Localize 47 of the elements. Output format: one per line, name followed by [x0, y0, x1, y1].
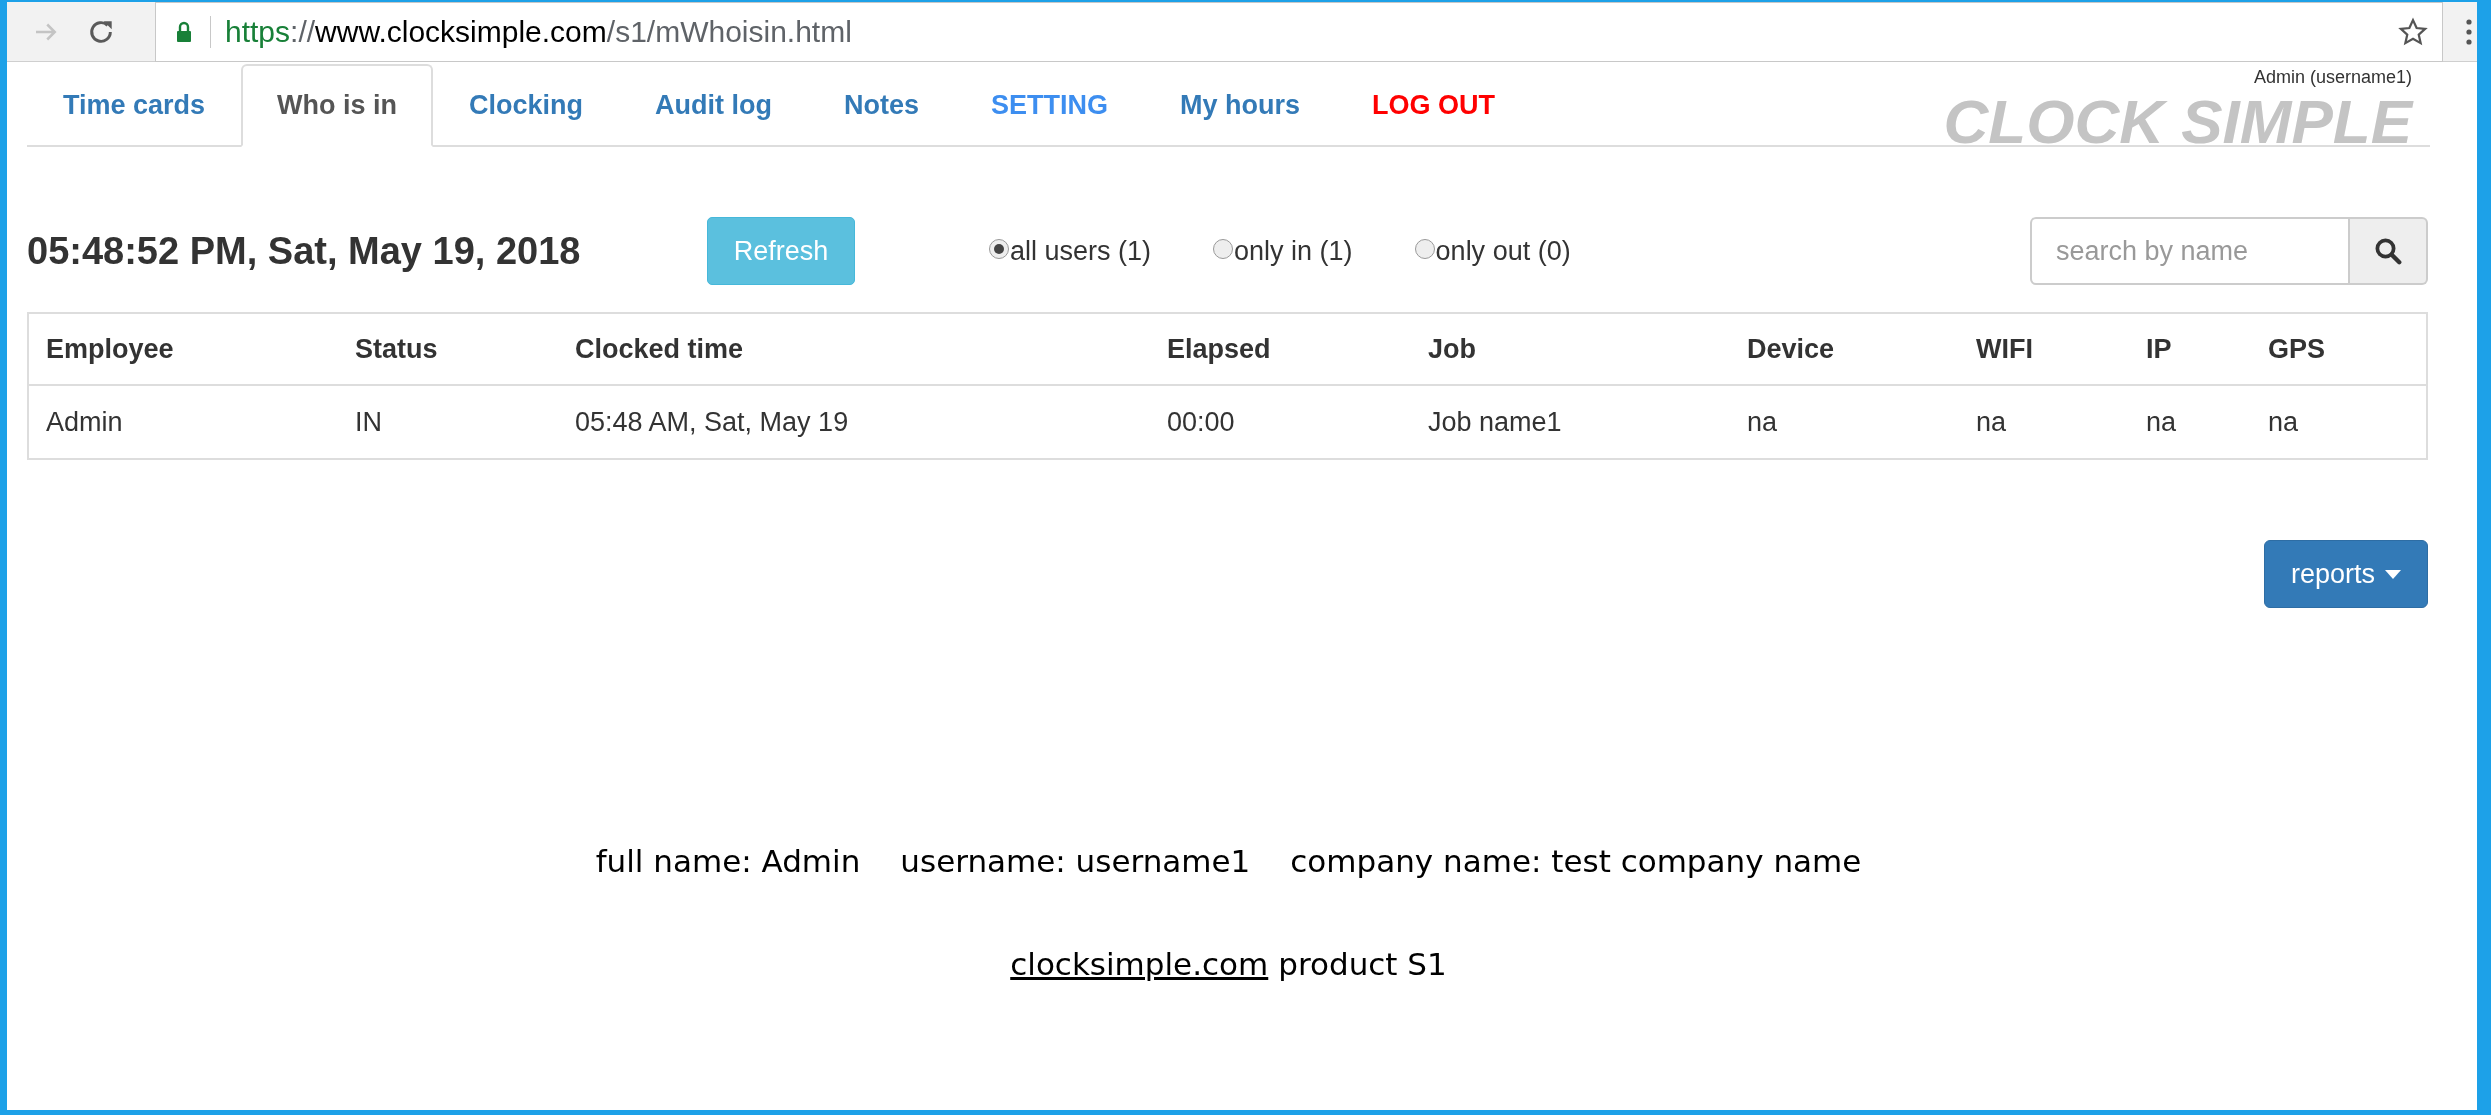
search-button[interactable]: [2350, 217, 2428, 285]
table-cell-text: na: [1746, 405, 1779, 439]
column-header: Employee: [45, 332, 175, 366]
table-cell-text: Admin: [45, 405, 124, 439]
column-header: GPS: [2267, 332, 2327, 366]
table-cell-text: Job name1: [1427, 405, 1563, 439]
table-cell-text: na: [2267, 405, 2300, 439]
table-cell-text: na: [1975, 405, 2008, 439]
column-header: Device: [1746, 332, 1836, 366]
table-cell-text: 00:00: [1166, 405, 1236, 439]
nav-tab[interactable]: LOG OUT: [1336, 64, 1532, 147]
user-label: Admin (username1): [2253, 66, 2412, 89]
account-info: full name: Admin: [595, 842, 861, 881]
nav-tab[interactable]: Audit log: [619, 64, 809, 147]
search-icon: [2373, 236, 2403, 266]
column-header: Elapsed: [1166, 332, 1272, 366]
nav-tab[interactable]: Time cards: [27, 64, 242, 147]
account-info: company name: test company name: [1290, 842, 1862, 881]
menu-icon[interactable]: [2465, 17, 2473, 46]
bookmark-star-icon[interactable]: [2398, 16, 2428, 47]
column-header: Job: [1427, 332, 1477, 366]
account-info: username: username1: [900, 842, 1251, 881]
reports-dropdown-button[interactable]: reports: [2264, 540, 2428, 608]
column-header: Clocked time: [574, 332, 745, 366]
column-header: Status: [354, 332, 439, 366]
product-label: product S1: [1278, 944, 1447, 984]
column-header: WIFI: [1975, 332, 2034, 366]
filter-radio[interactable]: all users (1): [989, 230, 1152, 272]
nav-tab[interactable]: My hours: [1144, 64, 1337, 147]
site-link[interactable]: clocksimple.com: [1010, 940, 1269, 987]
filter-radio[interactable]: only in (1): [1213, 230, 1353, 272]
clock-heading: 05:48:52 PM, Sat, May 19, 2018: [27, 228, 582, 274]
nav-tab[interactable]: SETTING: [955, 64, 1145, 147]
filter-radio[interactable]: only out (0): [1414, 230, 1571, 272]
lock-icon: [176, 20, 192, 43]
nav-tab[interactable]: Clocking: [433, 64, 620, 147]
search-field[interactable]: search by name: [2030, 217, 2350, 285]
address-bar[interactable]: https://www.clocksimple.com/s1/mWhoisin.html: [155, 1, 2443, 62]
caret-icon: [2385, 569, 2401, 579]
table-cell-text: na: [2145, 405, 2178, 439]
column-header: IP: [2145, 332, 2173, 366]
nav-tab[interactable]: Notes: [808, 64, 956, 147]
nav-tab[interactable]: Who is in: [241, 64, 434, 147]
table-cell-text: 05:48 AM, Sat, May 19: [574, 405, 850, 439]
table-cell-text: IN: [354, 405, 383, 439]
brand-logo: CLOCK SIMPLE: [1943, 91, 2412, 153]
url-text[interactable]: https://www.clocksimple.com/s1/mWhoisin.html: [225, 9, 852, 54]
